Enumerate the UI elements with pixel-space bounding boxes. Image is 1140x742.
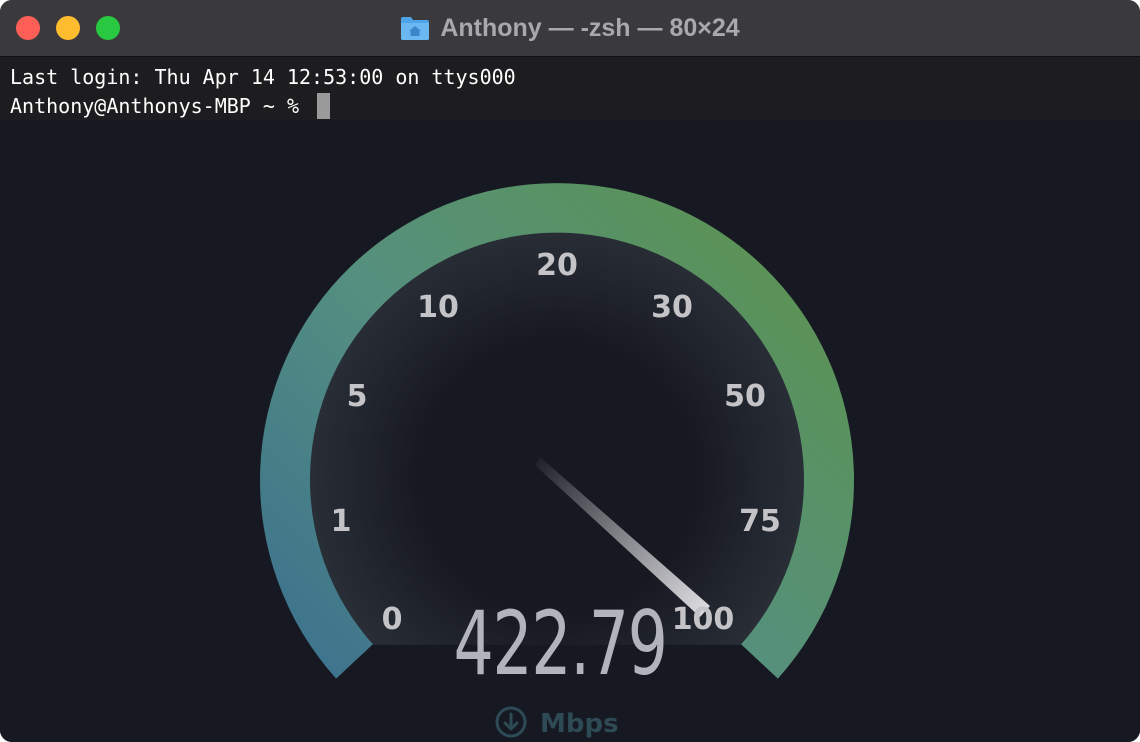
terminal-prompt: Anthony@Anthonys-MBP ~ % [10,94,312,118]
speed-unit: Mbps [494,706,619,742]
scale-label-10: 10 [417,290,459,325]
terminal-line-last-login: Last login: Thu Apr 14 12:53:00 on ttys0… [10,65,516,89]
window-title: Anthony — -zsh — 80×24 [440,13,740,42]
terminal-window: Anthony — -zsh — 80×24 Last login: Thu A… [0,0,1140,742]
text-cursor [317,93,331,119]
terminal-prompt-line: Anthony@Anthonys-MBP ~ % [10,92,1140,121]
speedometer: 0 1 5 10 20 30 50 75 100 422.79 Mbps [0,120,1140,742]
scale-label-1: 1 [331,504,352,539]
terminal-output[interactable]: Last login: Thu Apr 14 12:53:00 on ttys0… [0,57,1140,120]
home-folder-icon [400,15,430,41]
scale-label-50: 50 [724,379,766,414]
speed-unit-label: Mbps [540,709,619,739]
window-title-group: Anthony — -zsh — 80×24 [0,0,1140,56]
scale-label-75: 75 [739,504,781,539]
scale-label-20: 20 [536,248,578,283]
scale-label-30: 30 [651,290,693,325]
title-bar[interactable]: Anthony — -zsh — 80×24 [0,0,1140,57]
download-arrow-icon [494,705,528,742]
scale-label-100: 100 [672,602,735,637]
scale-label-0: 0 [382,602,403,637]
scale-label-5: 5 [347,379,368,414]
speed-value: 422.79 [453,592,668,695]
